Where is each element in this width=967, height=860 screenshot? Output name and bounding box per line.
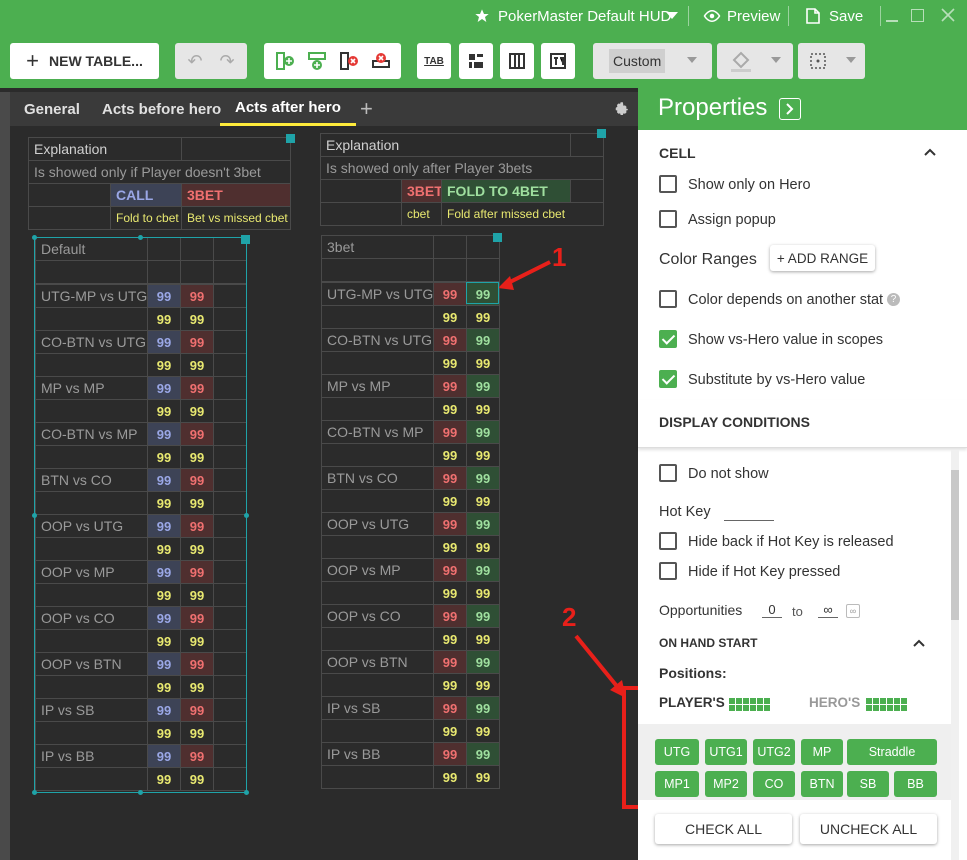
heros-tab[interactable]: HERO'S [809, 695, 860, 710]
properties-header: Properties [638, 88, 967, 130]
color-depends-checkbox[interactable] [659, 290, 677, 308]
properties-title: Properties [658, 94, 768, 121]
chevron-up-icon[interactable] [924, 148, 936, 156]
help-icon[interactable]: ? [887, 293, 900, 306]
selection-dot[interactable] [138, 235, 143, 240]
position-button-mp1[interactable]: MP1 [655, 771, 699, 797]
players-tab[interactable]: PLAYER'S [659, 695, 725, 710]
assign-popup-label: Assign popup [688, 212, 776, 228]
show-only-on-hero-label: Show only on Hero [688, 177, 811, 193]
position-button-mp2[interactable]: MP2 [705, 771, 747, 797]
selection-dot[interactable] [244, 790, 249, 795]
properties-panel: Properties CELL Show only on Hero Assign… [638, 88, 967, 860]
selection-dot[interactable] [32, 235, 37, 240]
assign-popup-checkbox[interactable] [659, 210, 677, 228]
selection-dot[interactable] [32, 790, 37, 795]
hide-back-label: Hide back if Hot Key is released [688, 534, 894, 550]
annotation-arrow-2 [574, 634, 622, 692]
chevron-up-icon[interactable] [913, 639, 925, 647]
scrollbar-thumb[interactable] [951, 470, 959, 620]
color-depends-label: Color depends on another stat [688, 292, 884, 308]
annotation-arrow-1 [505, 260, 551, 286]
scrollbar-track[interactable] [951, 450, 959, 860]
position-button-co[interactable]: CO [753, 771, 795, 797]
annotation-marker-2: 2 [562, 602, 577, 632]
display-conditions-header: DISPLAY CONDITIONS [638, 400, 967, 448]
check-all-button[interactable]: CHECK ALL [655, 814, 792, 844]
opportunities-from-input[interactable]: 0 [762, 602, 782, 618]
show-vs-hero-label: Show vs-Hero value in scopes [688, 332, 884, 348]
opportunities-to-input[interactable]: ∞ [818, 602, 838, 618]
show-only-on-hero-checkbox[interactable] [659, 175, 677, 193]
selection-dot[interactable] [138, 790, 143, 795]
cell-section-title: CELL [659, 145, 696, 161]
position-button-utg[interactable]: UTG [655, 739, 699, 765]
substitute-checkbox[interactable] [659, 370, 677, 388]
selection-dot[interactable] [244, 235, 249, 240]
selection-dot[interactable] [244, 513, 249, 518]
position-button-utg2[interactable]: UTG2 [753, 739, 795, 765]
positions-label: Positions: [659, 665, 727, 681]
annotation-arrowhead-1 [498, 276, 514, 290]
expand-properties-button[interactable] [779, 98, 801, 120]
show-vs-hero-checkbox[interactable] [659, 330, 677, 348]
resize-handle[interactable] [493, 233, 502, 242]
on-hand-start-title: ON HAND START [659, 636, 758, 650]
heros-grid-icon [866, 698, 908, 711]
opportunities-label: Opportunities [659, 602, 743, 618]
players-grid-icon [729, 698, 771, 711]
position-button-btn[interactable]: BTN [801, 771, 843, 797]
position-button-bb[interactable]: BB [894, 771, 937, 797]
selection-dot[interactable] [32, 513, 37, 518]
color-ranges-label: Color Ranges [659, 251, 757, 268]
hide-back-checkbox[interactable] [659, 532, 677, 550]
opportunities-to-label: to [792, 604, 803, 619]
position-button-utg1[interactable]: UTG1 [705, 739, 747, 765]
hot-key-label: Hot Key [659, 504, 711, 520]
infinity-toggle-icon[interactable]: ∞ [846, 604, 860, 618]
position-button-sb[interactable]: SB [847, 771, 889, 797]
substitute-label: Substitute by vs-Hero value [688, 372, 866, 388]
position-button-mp[interactable]: MP [801, 739, 843, 765]
do-not-show-label: Do not show [688, 466, 769, 482]
annotation-marker-1: 1 [552, 242, 567, 272]
hot-key-input[interactable] [724, 520, 774, 521]
position-button-straddle[interactable]: Straddle [847, 739, 937, 765]
do-not-show-checkbox[interactable] [659, 464, 677, 482]
add-range-button[interactable]: + ADD RANGE [770, 245, 875, 271]
hide-if-pressed-label: Hide if Hot Key pressed [688, 564, 841, 580]
chevron-right-icon [786, 103, 794, 115]
uncheck-all-button[interactable]: UNCHECK ALL [800, 814, 937, 844]
hide-if-pressed-checkbox[interactable] [659, 562, 677, 580]
